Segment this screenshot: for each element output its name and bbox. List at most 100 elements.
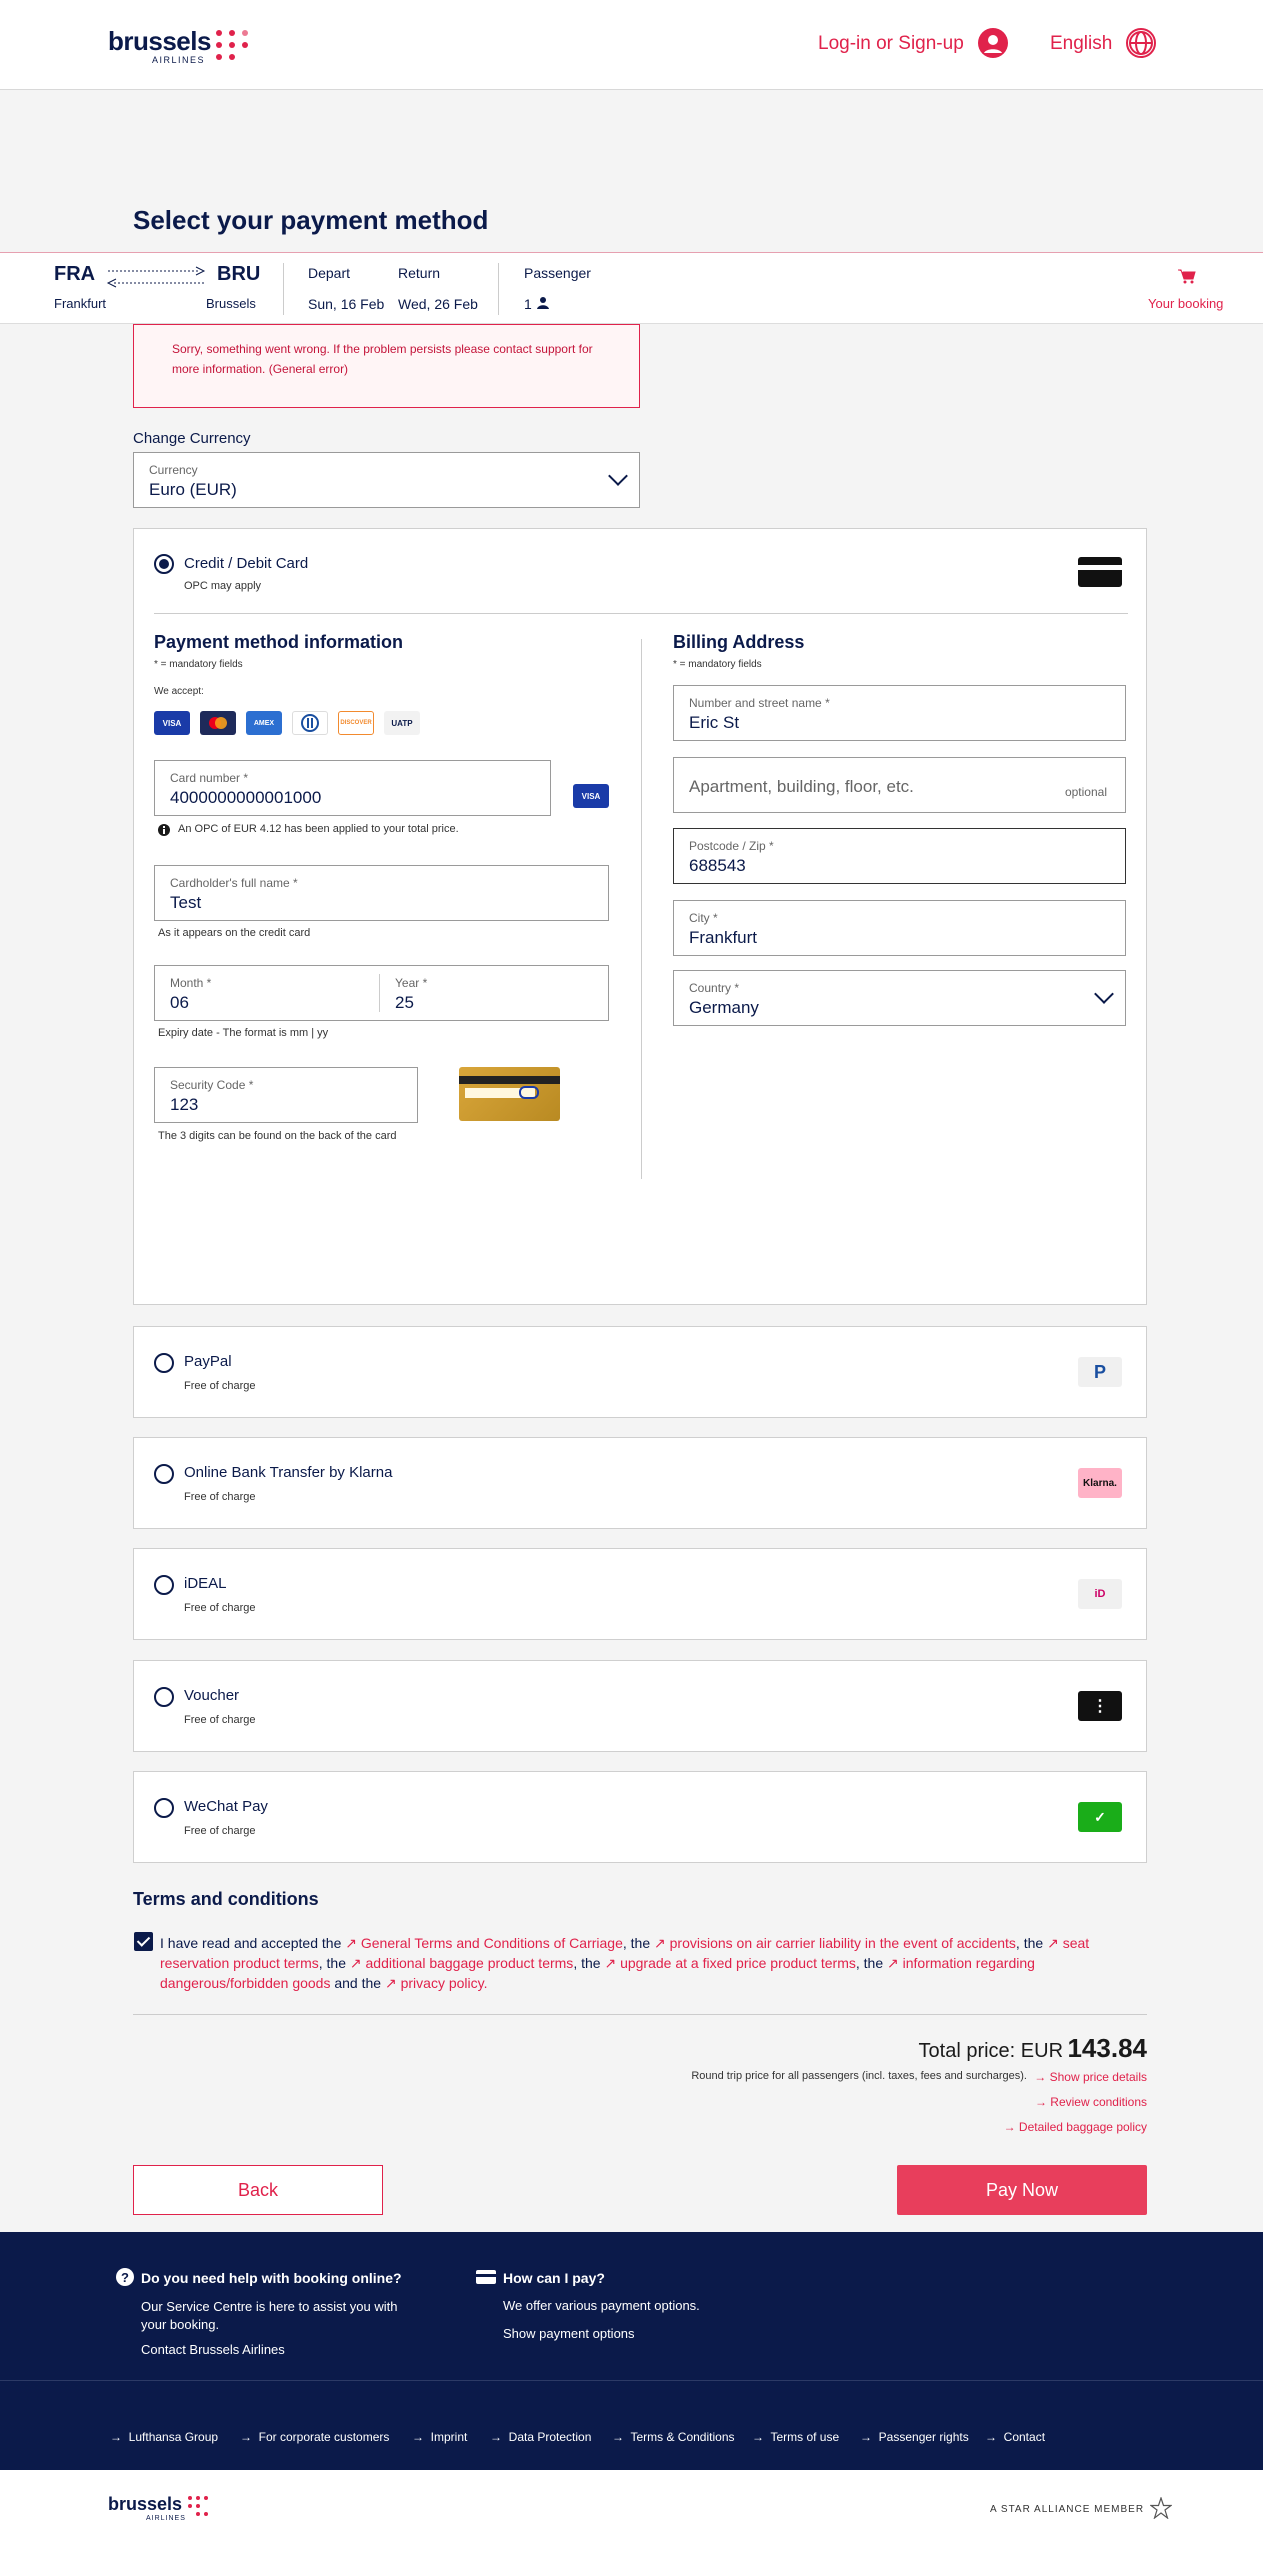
terms-text-part: , the	[855, 1955, 888, 1971]
footer-link-corporate[interactable]: → For corporate customers	[240, 2430, 389, 2444]
total-price-amount: 143.84	[1067, 2033, 1147, 2063]
wechat-radio[interactable]	[154, 1798, 174, 1818]
terms-link-carriage[interactable]: General Terms and Conditions of Carriage	[361, 1935, 623, 1951]
voucher-panel[interactable]: Voucher Free of charge ⋮	[133, 1660, 1147, 1752]
year-input[interactable]: 25	[395, 993, 414, 1013]
pay-now-button[interactable]: Pay Now	[897, 2165, 1147, 2215]
login-link[interactable]: Log-in or Sign-up	[818, 33, 964, 55]
terms-text: I have read and accepted the ↗ General T…	[160, 1933, 1135, 1993]
wechat-panel[interactable]: WeChat Pay Free of charge ✓	[133, 1771, 1147, 1863]
expiry-field[interactable]: Month * 06 Year * 25	[154, 965, 609, 1021]
terms-checkbox[interactable]	[134, 1932, 153, 1951]
your-booking-link[interactable]: Your booking	[1148, 296, 1223, 311]
terms-link-baggage[interactable]: additional baggage product terms	[366, 1955, 574, 1971]
security-code-label: Security Code *	[170, 1078, 254, 1092]
bottom-bar: brussels AIRLINES A STAR ALLIANCE MEMBER	[0, 2470, 1263, 2549]
cardholder-input[interactable]: Test	[170, 893, 201, 913]
currency-value: Euro (EUR)	[149, 480, 237, 499]
paypal-panel[interactable]: PayPal Free of charge P	[133, 1326, 1147, 1418]
error-message-box: Sorry, something went wrong. If the prob…	[133, 324, 640, 408]
discover-icon: DISCOVER	[338, 711, 374, 735]
card-number-input[interactable]: 4000000000001000	[170, 788, 321, 808]
review-conditions-link[interactable]: → Review conditions	[1035, 2095, 1147, 2109]
footer-link-label: Terms of use	[770, 2430, 840, 2444]
cart-icon[interactable]	[1178, 269, 1196, 285]
paypal-radio[interactable]	[154, 1353, 174, 1373]
billing-mandatory-note: * = mandatory fields	[673, 659, 762, 670]
star-alliance-label: A STAR ALLIANCE MEMBER	[990, 2504, 1145, 2515]
voucher-sub: Free of charge	[184, 1714, 256, 1726]
error-message: Sorry, something went wrong. If the prob…	[172, 342, 593, 376]
detected-visa-badge: VISA	[573, 784, 609, 808]
terms-text-part: , the	[1015, 1935, 1048, 1951]
language-selector[interactable]: English	[1050, 33, 1112, 55]
help-icon: ?	[116, 2268, 134, 2286]
cardholder-field[interactable]: Cardholder's full name * Test	[154, 865, 609, 921]
ideal-radio[interactable]	[154, 1575, 174, 1595]
ideal-icon: iD	[1078, 1579, 1122, 1609]
voucher-icon: ⋮	[1078, 1691, 1122, 1721]
apartment-field[interactable]: Apartment, building, floor, etc. optiona…	[673, 757, 1126, 813]
visa-icon: VISA	[154, 711, 190, 735]
city-input[interactable]: Frankfurt	[689, 928, 757, 948]
origin-code: FRA	[54, 263, 96, 285]
currency-select[interactable]: Currency Euro (EUR)	[133, 452, 640, 508]
credit-card-radio[interactable]	[154, 554, 174, 574]
back-button[interactable]: Back	[133, 2165, 383, 2215]
terms-link-privacy[interactable]: privacy policy.	[401, 1975, 488, 1991]
passenger-count: 1	[524, 296, 532, 312]
footer-link-contact[interactable]: → Contact	[985, 2430, 1045, 2444]
klarna-icon: Klarna.	[1078, 1468, 1122, 1498]
svg-text:?: ?	[121, 2270, 129, 2285]
contact-link[interactable]: Contact Brussels Airlines	[141, 2342, 285, 2357]
klarna-radio[interactable]	[154, 1464, 174, 1484]
footer-logo[interactable]: brussels AIRLINES	[108, 2494, 208, 2522]
star-alliance-icon	[1150, 2497, 1172, 2519]
terms-text-part: and the	[330, 1975, 385, 1991]
apartment-input[interactable]: Apartment, building, floor, etc.	[689, 777, 914, 797]
credit-card-panel: Credit / Debit Card OPC may apply Paymen…	[133, 528, 1147, 1305]
city-label: City *	[689, 911, 718, 925]
street-input[interactable]: Eric St	[689, 713, 739, 733]
klarna-panel[interactable]: Online Bank Transfer by Klarna Free of c…	[133, 1437, 1147, 1529]
wechat-icon: ✓	[1078, 1802, 1122, 1832]
ideal-panel[interactable]: iDEAL Free of charge iD	[133, 1548, 1147, 1640]
card-number-field[interactable]: Card number * 4000000000001000	[154, 760, 551, 816]
postcode-input[interactable]: 688543	[689, 856, 746, 876]
baggage-policy-link[interactable]: → Detailed baggage policy	[1004, 2120, 1147, 2134]
diners-icon	[292, 711, 328, 735]
footer-link-terms-of-use[interactable]: → Terms of use	[752, 2430, 839, 2444]
terms-link-liability[interactable]: provisions on air carrier liability in t…	[670, 1935, 1016, 1951]
voucher-title: Voucher	[184, 1687, 240, 1704]
terms-text-part: , the	[622, 1935, 655, 1951]
card-payment-icon	[476, 2270, 496, 2284]
terms-link-upgrade[interactable]: upgrade at a fixed price product terms	[620, 1955, 856, 1971]
show-price-details-link[interactable]: → Show price details	[1034, 2070, 1147, 2084]
footer-link-label: Passenger rights	[878, 2430, 969, 2444]
brussels-airlines-logo[interactable]: brussels AIRLINES	[108, 26, 248, 65]
external-link-icon: ↗	[1047, 1935, 1063, 1951]
city-field[interactable]: City * Frankfurt	[673, 900, 1126, 956]
street-field[interactable]: Number and street name * Eric St	[673, 685, 1126, 741]
footer-link-passenger-rights[interactable]: → Passenger rights	[860, 2430, 969, 2444]
voucher-radio[interactable]	[154, 1687, 174, 1707]
street-label: Number and street name *	[689, 696, 830, 710]
amex-icon: AMEX	[246, 711, 282, 735]
we-accept-label: We accept:	[154, 686, 204, 697]
security-code-field[interactable]: Security Code * 123	[154, 1067, 418, 1123]
month-input[interactable]: 06	[170, 993, 189, 1013]
footer-link-lufthansa[interactable]: → Lufthansa Group	[110, 2430, 218, 2444]
footer-link-terms-conditions[interactable]: → Terms & Conditions	[612, 2430, 735, 2444]
security-code-input[interactable]: 123	[170, 1095, 198, 1115]
country-value: Germany	[689, 998, 759, 1017]
postcode-field[interactable]: Postcode / Zip * 688543	[673, 828, 1126, 884]
country-select[interactable]: Country * Germany	[673, 970, 1126, 1026]
globe-icon[interactable]	[1126, 28, 1156, 58]
cardholder-label: Cardholder's full name *	[170, 876, 298, 890]
footer-link-imprint[interactable]: → Imprint	[412, 2430, 467, 2444]
payment-options-link[interactable]: Show payment options	[503, 2326, 635, 2341]
user-icon[interactable]	[978, 28, 1008, 58]
footer-link-data-protection[interactable]: → Data Protection	[490, 2430, 591, 2444]
pay-title: How can I pay?	[503, 2270, 605, 2286]
country-label: Country *	[689, 981, 740, 995]
